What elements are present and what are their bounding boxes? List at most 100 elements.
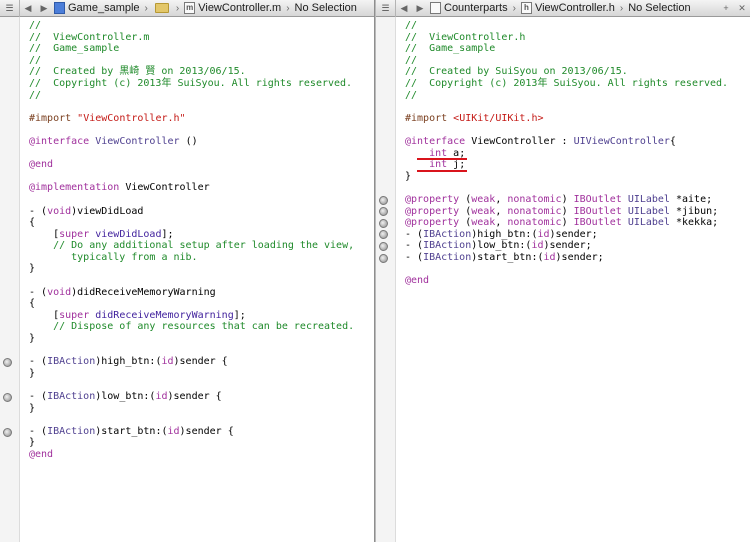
code-line[interactable] bbox=[405, 182, 750, 194]
code-line[interactable]: } bbox=[29, 403, 374, 415]
code-line[interactable]: @end bbox=[405, 275, 750, 287]
code-token: )didReceiveMemoryWarning bbox=[71, 286, 216, 298]
code-line[interactable]: [super viewDidLoad]; bbox=[29, 229, 374, 241]
related-items-icon[interactable]: ☰ bbox=[376, 0, 396, 17]
code-line[interactable]: - (IBAction)start_btn:(id)sender { bbox=[29, 426, 374, 438]
code-line[interactable]: } bbox=[29, 437, 374, 449]
forward-icon[interactable]: ▶ bbox=[36, 0, 52, 17]
connection-dot-icon[interactable] bbox=[3, 427, 12, 437]
code-line[interactable]: { bbox=[29, 217, 374, 229]
code-line[interactable]: // Game_sample bbox=[405, 43, 750, 55]
code-line[interactable]: // Copyright (c) 2013年 SuiSyou. All righ… bbox=[29, 78, 374, 90]
code-token: )low_btn:( bbox=[95, 391, 156, 402]
breadcrumb-file[interactable]: m ViewController.m bbox=[182, 2, 283, 14]
code-line[interactable]: // Game_sample bbox=[29, 43, 374, 55]
line-gutter[interactable] bbox=[0, 17, 20, 542]
forward-icon[interactable]: ▶ bbox=[412, 0, 428, 17]
code-line[interactable]: } bbox=[29, 263, 374, 275]
code-token: , bbox=[495, 193, 508, 205]
connection-dot-icon[interactable] bbox=[379, 230, 388, 240]
breadcrumb-selection[interactable]: No Selection bbox=[293, 2, 359, 14]
close-icon[interactable]: ✕ bbox=[734, 0, 750, 17]
code-line[interactable]: // bbox=[405, 20, 750, 32]
code-line[interactable]: - (IBAction)high_btn:(id)sender { bbox=[29, 356, 374, 368]
related-items-icon[interactable]: ☰ bbox=[0, 0, 20, 17]
back-icon[interactable]: ◀ bbox=[20, 0, 36, 17]
code-line[interactable]: // bbox=[29, 20, 374, 32]
code-line[interactable]: @interface ViewController : UIViewContro… bbox=[405, 136, 750, 148]
code-line[interactable]: - (IBAction)low_btn:(id)sender { bbox=[29, 391, 374, 403]
code-line[interactable]: - (void)viewDidLoad bbox=[29, 206, 374, 218]
code-line[interactable] bbox=[29, 124, 374, 136]
code-line[interactable] bbox=[29, 345, 374, 357]
code-line[interactable] bbox=[405, 124, 750, 136]
code-line[interactable]: @end bbox=[29, 449, 374, 461]
code-editor[interactable]: //// ViewController.h// Game_sample//// … bbox=[396, 17, 750, 542]
code-line[interactable]: @end bbox=[29, 159, 374, 171]
code-token: weak bbox=[471, 217, 496, 229]
code-line[interactable] bbox=[29, 101, 374, 113]
code-line[interactable]: @interface ViewController () bbox=[29, 136, 374, 148]
code-line[interactable]: // Dispose of any resources that can be … bbox=[29, 321, 374, 333]
breadcrumb-file[interactable]: h ViewController.h bbox=[519, 2, 617, 14]
code-line[interactable]: // Do any additional setup after loading… bbox=[29, 240, 374, 252]
code-line[interactable]: // Created by 黒崎 賢 on 2013/06/15. bbox=[29, 66, 374, 78]
code-line[interactable] bbox=[29, 414, 374, 426]
code-line[interactable] bbox=[405, 263, 750, 275]
code-line[interactable] bbox=[29, 275, 374, 287]
left-editor-pane[interactable]: ☰ ◀ ▶ Game_sample › › m ViewController.m… bbox=[0, 0, 374, 542]
code-token: - ( bbox=[405, 228, 424, 240]
code-line[interactable]: [super didReceiveMemoryWarning]; bbox=[29, 310, 374, 322]
code-line[interactable]: } bbox=[29, 333, 374, 345]
code-line[interactable] bbox=[29, 379, 374, 391]
breadcrumb-selection[interactable]: No Selection bbox=[626, 2, 692, 14]
code-line[interactable]: // ViewController.m bbox=[29, 32, 374, 44]
code-line[interactable]: @implementation ViewController bbox=[29, 182, 374, 194]
breadcrumb-counterparts[interactable]: Counterparts bbox=[428, 2, 510, 14]
breadcrumb-folder[interactable] bbox=[151, 3, 173, 13]
connection-dot-icon[interactable] bbox=[379, 253, 388, 263]
code-line[interactable] bbox=[29, 148, 374, 160]
code-line[interactable]: @property (weak, nonatomic) IBOutlet UIL… bbox=[405, 194, 750, 206]
code-line[interactable]: // Copyright (c) 2013年 SuiSyou. All righ… bbox=[405, 78, 750, 90]
code-line[interactable] bbox=[29, 171, 374, 183]
code-token: ( bbox=[459, 193, 472, 205]
code-line[interactable] bbox=[29, 194, 374, 206]
connection-dot-icon[interactable] bbox=[379, 218, 388, 228]
code-line[interactable]: // Created by SuiSyou on 2013/06/15. bbox=[405, 66, 750, 78]
code-line[interactable]: #import <UIKit/UIKit.h> bbox=[405, 113, 750, 125]
code-line[interactable]: // bbox=[405, 55, 750, 67]
code-line[interactable]: { bbox=[29, 298, 374, 310]
code-line[interactable]: typically from a nib. bbox=[29, 252, 374, 264]
connection-dot-icon[interactable] bbox=[379, 195, 388, 205]
code-line[interactable]: - (IBAction)high_btn:(id)sender; bbox=[405, 229, 750, 241]
code-line[interactable]: - (void)didReceiveMemoryWarning bbox=[29, 287, 374, 299]
code-editor[interactable]: //// ViewController.m// Game_sample//// … bbox=[20, 17, 374, 542]
right-editor-pane[interactable]: ☰ ◀ ▶ Counterparts › h ViewController.h … bbox=[376, 0, 750, 542]
code-line[interactable]: @property (weak, nonatomic) IBOutlet UIL… bbox=[405, 217, 750, 229]
line-gutter[interactable] bbox=[376, 17, 396, 542]
code-line[interactable]: @property (weak, nonatomic) IBOutlet UIL… bbox=[405, 206, 750, 218]
connection-dot-icon[interactable] bbox=[379, 207, 388, 217]
code-line[interactable]: #import "ViewController.h" bbox=[29, 113, 374, 125]
back-icon[interactable]: ◀ bbox=[396, 0, 412, 17]
code-line[interactable]: // bbox=[405, 90, 750, 102]
code-line[interactable]: // ViewController.h bbox=[405, 32, 750, 44]
code-line[interactable]: } bbox=[405, 171, 750, 183]
code-token: typically from a nib. bbox=[29, 251, 198, 263]
code-token: IBAction bbox=[423, 251, 472, 263]
code-token: () bbox=[179, 135, 198, 147]
code-line[interactable] bbox=[405, 101, 750, 113]
add-counterpart-icon[interactable]: + bbox=[718, 0, 734, 17]
code-token: ViewController : bbox=[465, 135, 574, 147]
code-line[interactable]: } bbox=[29, 368, 374, 380]
code-line[interactable]: - (IBAction)start_btn:(id)sender; bbox=[405, 252, 750, 264]
breadcrumb-project[interactable]: Game_sample bbox=[52, 2, 142, 14]
code-token: super bbox=[59, 309, 90, 321]
code-line[interactable]: // bbox=[29, 55, 374, 67]
connection-dot-icon[interactable] bbox=[3, 392, 12, 402]
code-line[interactable]: - (IBAction)low_btn:(id)sender; bbox=[405, 240, 750, 252]
connection-dot-icon[interactable] bbox=[379, 241, 388, 251]
connection-dot-icon[interactable] bbox=[3, 357, 12, 367]
code-line[interactable]: // bbox=[29, 90, 374, 102]
